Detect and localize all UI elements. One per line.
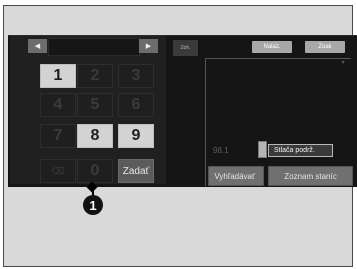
key-8[interactable]: 8 xyxy=(77,124,113,148)
key-0[interactable]: 0 xyxy=(77,159,113,183)
search-button[interactable]: Zoak xyxy=(305,41,345,53)
previous-arrow-button[interactable]: ◀ xyxy=(28,39,47,53)
arrow-left-icon: ◀ xyxy=(34,43,41,50)
key-1[interactable]: 1 xyxy=(40,64,76,88)
delete-button[interactable]: ⌫ xyxy=(40,159,76,183)
seek-button[interactable]: Vyhľadávať xyxy=(208,166,264,186)
key-4[interactable]: 4 xyxy=(40,93,76,117)
store-tooltip: Stlača podrž. xyxy=(268,144,333,157)
callout-number: 1 xyxy=(83,195,103,215)
frequency-input[interactable] xyxy=(48,38,140,56)
preset-slot[interactable] xyxy=(258,141,267,158)
key-3[interactable]: 3 xyxy=(118,64,154,88)
next-arrow-button[interactable]: ▶ xyxy=(139,39,158,53)
backspace-icon: ⌫ xyxy=(51,165,65,176)
panel-divider xyxy=(205,58,206,186)
panel-divider-horizontal xyxy=(205,58,351,59)
station-list-button[interactable]: Zoznam staníc xyxy=(268,166,353,186)
small-function-button[interactable]: Zoh. xyxy=(173,40,198,56)
key-9[interactable]: 9 xyxy=(118,124,154,148)
key-7[interactable]: 7 xyxy=(40,124,76,148)
settings-button[interactable]: Nalaz. xyxy=(252,41,292,53)
key-2[interactable]: 2 xyxy=(77,64,113,88)
arrow-right-icon: ▶ xyxy=(145,43,152,50)
key-6[interactable]: 6 xyxy=(118,93,154,117)
enter-button[interactable]: Zadať xyxy=(118,159,154,183)
scroll-down-icon: ▾ xyxy=(341,59,345,66)
frequency-readout: 98.1 xyxy=(213,146,229,155)
key-5[interactable]: 5 xyxy=(77,93,113,117)
